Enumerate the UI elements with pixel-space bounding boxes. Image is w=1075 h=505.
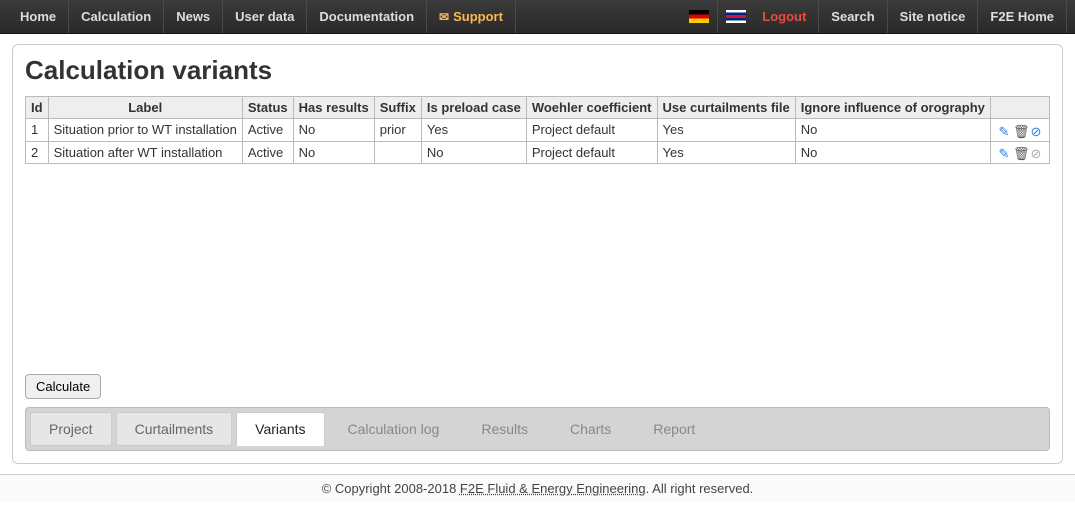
cell-has_results: No bbox=[293, 119, 374, 142]
nav-userdata[interactable]: User data bbox=[223, 0, 307, 33]
tab-results[interactable]: Results bbox=[462, 412, 547, 446]
nav-spacer bbox=[516, 0, 685, 33]
nav-documentation[interactable]: Documentation bbox=[307, 0, 427, 33]
cell-suffix: prior bbox=[374, 119, 421, 142]
block-icon[interactable]: ⊘ bbox=[1029, 124, 1043, 138]
col-2: Status bbox=[242, 97, 293, 119]
tab-variants[interactable]: Variants bbox=[236, 412, 324, 446]
trash-icon[interactable]: 🗑 bbox=[1013, 146, 1027, 160]
cell-woehler: Project default bbox=[526, 119, 657, 142]
col-7: Use curtailments file bbox=[657, 97, 795, 119]
cell-woehler: Project default bbox=[526, 141, 657, 164]
footer-company[interactable]: F2E Fluid & Energy Engineering bbox=[460, 481, 646, 496]
trash-icon[interactable]: 🗑 bbox=[1013, 124, 1027, 138]
cell-status: Active bbox=[242, 119, 293, 142]
main-panel: Calculation variants IdLabelStatusHas re… bbox=[12, 44, 1063, 464]
col-1: Label bbox=[48, 97, 242, 119]
tabs-bar: ProjectCurtailmentsVariantsCalculation l… bbox=[25, 407, 1050, 451]
nav-calculation[interactable]: Calculation bbox=[69, 0, 164, 33]
cell-id: 2 bbox=[26, 141, 49, 164]
col-0: Id bbox=[26, 97, 49, 119]
footer: © Copyright 2008-2018 F2E Fluid & Energy… bbox=[0, 474, 1075, 502]
nav-support-label: Support bbox=[453, 9, 503, 24]
row-actions: ✎🗑⊘ bbox=[990, 119, 1049, 142]
cell-id: 1 bbox=[26, 119, 49, 142]
footer-suffix: . All right reserved. bbox=[646, 481, 754, 496]
flag-en-icon[interactable] bbox=[726, 10, 746, 23]
calculate-button[interactable]: Calculate bbox=[25, 374, 101, 399]
tab-curtailments[interactable]: Curtailments bbox=[116, 412, 233, 446]
cell-suffix bbox=[374, 141, 421, 164]
footer-prefix: © Copyright 2008-2018 bbox=[322, 481, 460, 496]
cell-status: Active bbox=[242, 141, 293, 164]
nav-search[interactable]: Search bbox=[819, 0, 887, 33]
cell-is_preload: No bbox=[421, 141, 526, 164]
block-icon[interactable]: ⊘ bbox=[1029, 146, 1043, 160]
nav-sitenotice[interactable]: Site notice bbox=[888, 0, 979, 33]
col-5: Is preload case bbox=[421, 97, 526, 119]
col-3: Has results bbox=[293, 97, 374, 119]
col-4: Suffix bbox=[374, 97, 421, 119]
table-row: 2Situation after WT installationActiveNo… bbox=[26, 141, 1050, 164]
edit-icon[interactable]: ✎ bbox=[997, 124, 1011, 138]
cell-orography: No bbox=[795, 141, 990, 164]
nav-news[interactable]: News bbox=[164, 0, 223, 33]
row-actions: ✎🗑⊘ bbox=[990, 141, 1049, 164]
cell-curt: Yes bbox=[657, 141, 795, 164]
tab-project[interactable]: Project bbox=[30, 412, 112, 446]
cell-label: Situation prior to WT installation bbox=[48, 119, 242, 142]
col-9 bbox=[990, 97, 1049, 119]
nav-home[interactable]: Home bbox=[8, 0, 69, 33]
cell-curt: Yes bbox=[657, 119, 795, 142]
nav-logout[interactable]: Logout bbox=[750, 0, 819, 33]
nav-support[interactable]: ✉ Support bbox=[427, 0, 516, 33]
cell-label: Situation after WT installation bbox=[48, 141, 242, 164]
col-6: Woehler coefficient bbox=[526, 97, 657, 119]
page-title: Calculation variants bbox=[25, 55, 1050, 86]
tab-charts[interactable]: Charts bbox=[551, 412, 630, 446]
cell-is_preload: Yes bbox=[421, 119, 526, 142]
cell-has_results: No bbox=[293, 141, 374, 164]
cell-orography: No bbox=[795, 119, 990, 142]
col-8: Ignore influence of orography bbox=[795, 97, 990, 119]
top-nav: Home Calculation News User data Document… bbox=[0, 0, 1075, 34]
tab-calculation-log[interactable]: Calculation log bbox=[329, 412, 459, 446]
table-row: 1Situation prior to WT installationActiv… bbox=[26, 119, 1050, 142]
nav-f2ehome[interactable]: F2E Home bbox=[978, 0, 1067, 33]
mail-icon: ✉ bbox=[439, 10, 449, 24]
tab-report[interactable]: Report bbox=[634, 412, 714, 446]
flag-de-icon[interactable] bbox=[689, 10, 709, 23]
variants-table: IdLabelStatusHas resultsSuffixIs preload… bbox=[25, 96, 1050, 164]
edit-icon[interactable]: ✎ bbox=[997, 146, 1011, 160]
